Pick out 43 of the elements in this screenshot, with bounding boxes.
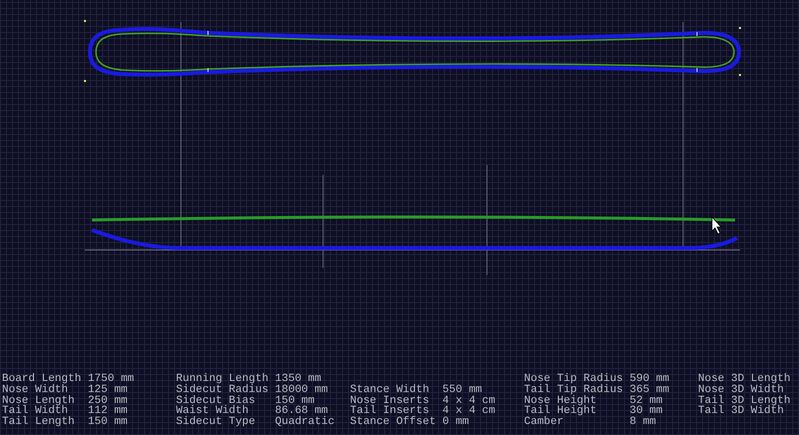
parameter-value: 550 mm: [442, 384, 484, 396]
parameter-label: Board Length: [2, 374, 82, 385]
parameter-label: Tail Inserts: [350, 406, 430, 418]
parameter-value: 150 mm: [88, 417, 128, 428]
parameter-value: 86.68 mm: [275, 406, 328, 418]
parameter-label: Tail Tip Radius: [524, 384, 624, 396]
parameter-value: 1750 mm: [88, 374, 134, 385]
parameter-value: 30 mm: [630, 406, 664, 418]
parameter-label: Tail Height: [524, 406, 598, 418]
parameter-value: 52 mm: [630, 396, 664, 406]
parameter-value: 112 mm: [88, 406, 128, 418]
parameter-label: Nose 3D Width: [698, 384, 784, 396]
parameter-label: Tail 3D Width: [698, 406, 784, 418]
parameter-value: Quadratic: [275, 417, 334, 428]
cursor-icon: [712, 216, 722, 234]
parameter-label: Waist Width: [176, 406, 249, 418]
parameter-value: 250 mm: [88, 396, 128, 406]
parameter-label: Camber: [524, 417, 565, 428]
parameter-label: Tail 3D Length: [698, 396, 790, 406]
parameter-value: 4 x 4 cm: [442, 396, 496, 406]
parameter-label: Running Length: [176, 374, 268, 385]
parameter-label: Nose Height: [524, 396, 598, 406]
parameter-label: Nose Inserts: [350, 396, 430, 406]
parameter-value: 590 mm: [630, 374, 670, 385]
parameter-value: 0 mm: [442, 417, 470, 428]
parameter-label: Sidecut Bias: [176, 396, 256, 406]
parameter-label: Nose Tip Radius: [524, 374, 624, 385]
parameter-value: 1350 mm: [275, 374, 322, 385]
parameter-value: 365 mm: [630, 384, 670, 396]
parameter-label: Stance Width: [350, 384, 430, 396]
parameter-label: Nose Length: [2, 396, 76, 406]
parameter-label: Sidecut Radius: [176, 384, 268, 396]
parameter-label: Nose Width: [2, 384, 68, 396]
parameter-value: 150 mm: [275, 396, 316, 406]
parameter-value: 4 x 4 cm: [442, 406, 496, 418]
parameter-label: Stance Offset: [350, 417, 436, 428]
parameter-value: 18000 mm: [275, 384, 329, 396]
parameter-label: Sidecut Type: [176, 417, 256, 428]
parameter-value: 125 mm: [88, 384, 128, 396]
parameter-value: 8 mm: [630, 417, 658, 428]
parameter-label: Tail Length: [2, 417, 76, 428]
parameter-label: Tail Width: [2, 406, 68, 418]
parameter-label: Nose 3D Length: [698, 374, 790, 385]
